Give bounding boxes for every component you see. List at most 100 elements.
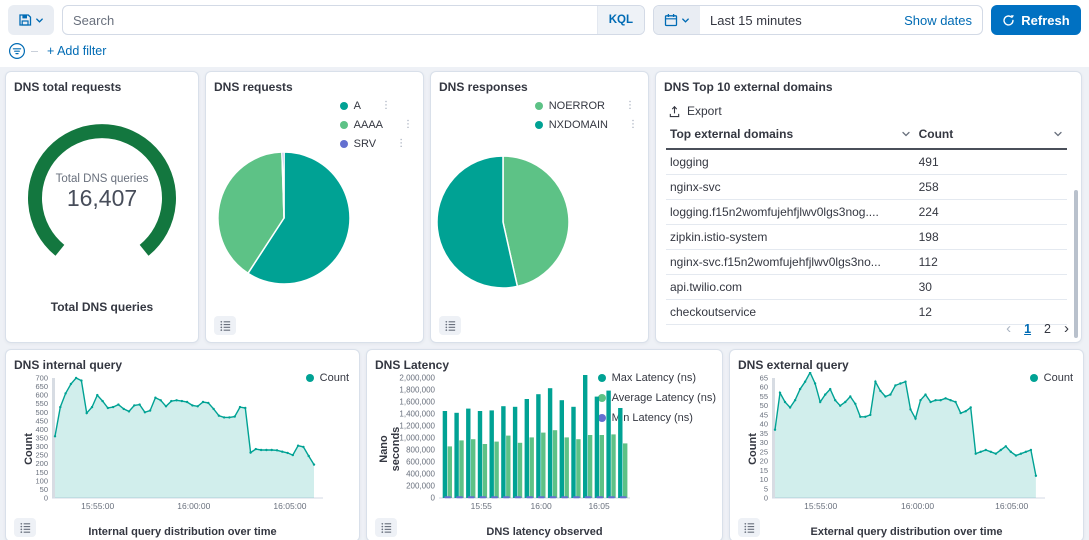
kql-language-button[interactable]: KQL [597,6,644,34]
svg-text:15: 15 [760,466,768,475]
chevron-down-icon[interactable] [1053,129,1063,139]
legend-label: Count [320,372,349,384]
panel-title: DNS total requests [14,80,190,94]
legend-item-nxdomain[interactable]: NXDOMAIN⋮ [535,119,638,131]
count-cell: 258 [915,175,1067,200]
list-icon [219,319,232,332]
query-bar: KQL Last 15 minutes Show dates [8,5,1081,35]
svg-text:55: 55 [760,392,768,401]
legend-toggle-button[interactable] [375,518,397,537]
table-row[interactable]: logging.f15n2womfujehfjlwv0lgs3nog....22… [666,200,1067,225]
refresh-icon [1002,14,1015,27]
count-cell: 198 [915,225,1067,250]
chart-canvas: 0510152025303540455055606515:55:0016:00:… [746,372,1046,512]
panel-dns-external-query: DNS external query Count Count 051015202… [729,349,1084,540]
list-icon [743,521,756,534]
count-cell: 224 [915,200,1067,225]
domains-table: Top external domains Count [666,120,1067,325]
pagination-next-icon[interactable]: › [1064,321,1069,336]
calendar-icon [664,13,678,27]
legend-item-a[interactable]: A⋮ [340,100,413,112]
pagination-page-2[interactable]: 2 [1044,322,1051,336]
legend-label: SRV [354,138,376,150]
svg-text:30: 30 [760,438,768,447]
date-quick-select-button[interactable] [654,6,700,34]
filter-icon[interactable] [8,42,26,60]
svg-text:15:55:00: 15:55:00 [81,501,114,511]
svg-text:1,400,000: 1,400,000 [399,410,435,419]
pagination-prev-icon[interactable]: ‹ [1006,321,1011,336]
legend-toggle-button[interactable] [738,518,760,537]
table-row[interactable]: api.twilio.com30 [666,275,1067,300]
legend-toggle-button[interactable] [439,316,461,335]
search-input[interactable] [63,6,597,34]
saved-query-menu-button[interactable] [8,5,54,35]
svg-text:0: 0 [764,494,768,503]
svg-text:25: 25 [760,447,768,456]
svg-text:1,000,000: 1,000,000 [399,434,435,443]
domain-cell: nginx-svc.f15n2womfujehfjlwv0lgs3no... [666,250,915,275]
svg-text:65: 65 [760,374,768,383]
refresh-button[interactable]: Refresh [991,5,1081,35]
legend-menu-icon[interactable]: ⋮ [381,101,391,111]
search-bar: KQL [62,5,645,35]
legend-menu-icon[interactable]: ⋮ [625,101,635,111]
panel-dns-internal-query: DNS internal query Count Count 050100150… [5,349,360,540]
save-icon [18,13,32,27]
column-header-domain[interactable]: Top external domains [666,120,915,149]
latency-chart[interactable]: 0200,000400,000600,000800,0001,000,0001,… [383,372,631,517]
svg-text:35: 35 [760,429,768,438]
table-scrollbar[interactable] [1074,190,1078,338]
table-row[interactable]: zipkin.istio-system198 [666,225,1067,250]
show-dates-link[interactable]: Show dates [904,6,982,34]
count-cell: 30 [915,275,1067,300]
date-picker: Last 15 minutes Show dates [653,5,983,35]
add-filter-link[interactable]: + Add filter [47,44,106,58]
svg-text:2,000,000: 2,000,000 [399,374,435,383]
export-button[interactable]: Export [668,104,1073,118]
column-header-count[interactable]: Count [915,120,1067,149]
panel-title: DNS Top 10 external domains [664,80,1073,94]
panel-title: DNS Latency [375,358,714,372]
legend-menu-icon[interactable]: ⋮ [396,139,406,149]
domain-cell: checkoutservice [666,300,915,325]
panel-dns-total-requests: DNS total requests Total DNS queries 16,… [5,71,199,343]
svg-text:300: 300 [35,442,48,451]
svg-text:1,600,000: 1,600,000 [399,398,435,407]
svg-text:40: 40 [760,420,768,429]
svg-text:150: 150 [35,468,48,477]
legend-label: A [354,100,361,112]
legend-item-aaaa[interactable]: AAAA⋮ [340,119,413,131]
domain-cell: nginx-svc [666,175,915,200]
table-row[interactable]: nginx-svc258 [666,175,1067,200]
svg-text:0: 0 [431,494,436,503]
chart-canvas [433,152,573,292]
legend-toggle-button[interactable] [14,518,36,537]
svg-text:500: 500 [35,408,48,417]
svg-text:1,800,000: 1,800,000 [399,386,435,395]
svg-text:450: 450 [35,416,48,425]
responses-pie-chart[interactable] [433,152,573,297]
svg-text:16:05:00: 16:05:00 [273,501,306,511]
pagination-page-1[interactable]: 1 [1024,322,1031,336]
internal-query-chart[interactable]: 0501001502002503003504004505005506006507… [22,372,324,517]
legend-menu-icon[interactable]: ⋮ [403,120,413,130]
chevron-down-icon[interactable] [901,129,911,139]
external-query-chart[interactable]: 0510152025303540455055606515:55:0016:00:… [746,372,1046,517]
legend-dot-icon [340,140,348,148]
table-row[interactable]: logging491 [666,149,1067,175]
panel-dns-requests: DNS requests A⋮AAAA⋮SRV⋮ [205,71,424,343]
count-cell: 491 [915,149,1067,175]
responses-legend: NOERROR⋮ NXDOMAIN⋮ [535,100,638,131]
svg-text:550: 550 [35,399,48,408]
requests-pie-chart[interactable] [214,148,354,293]
table-row[interactable]: nginx-svc.f15n2womfujehfjlwv0lgs3no...11… [666,250,1067,275]
svg-text:1,200,000: 1,200,000 [399,422,435,431]
legend-item-noerror[interactable]: NOERROR⋮ [535,100,638,112]
gauge-axis-label: Total DNS queries [14,300,190,314]
legend-dot-icon [340,121,348,129]
time-range-value[interactable]: Last 15 minutes [700,6,904,34]
legend-toggle-button[interactable] [214,316,236,335]
chart-canvas: 0501001502002503003504004505005506006507… [22,372,324,512]
legend-menu-icon[interactable]: ⋮ [628,120,638,130]
